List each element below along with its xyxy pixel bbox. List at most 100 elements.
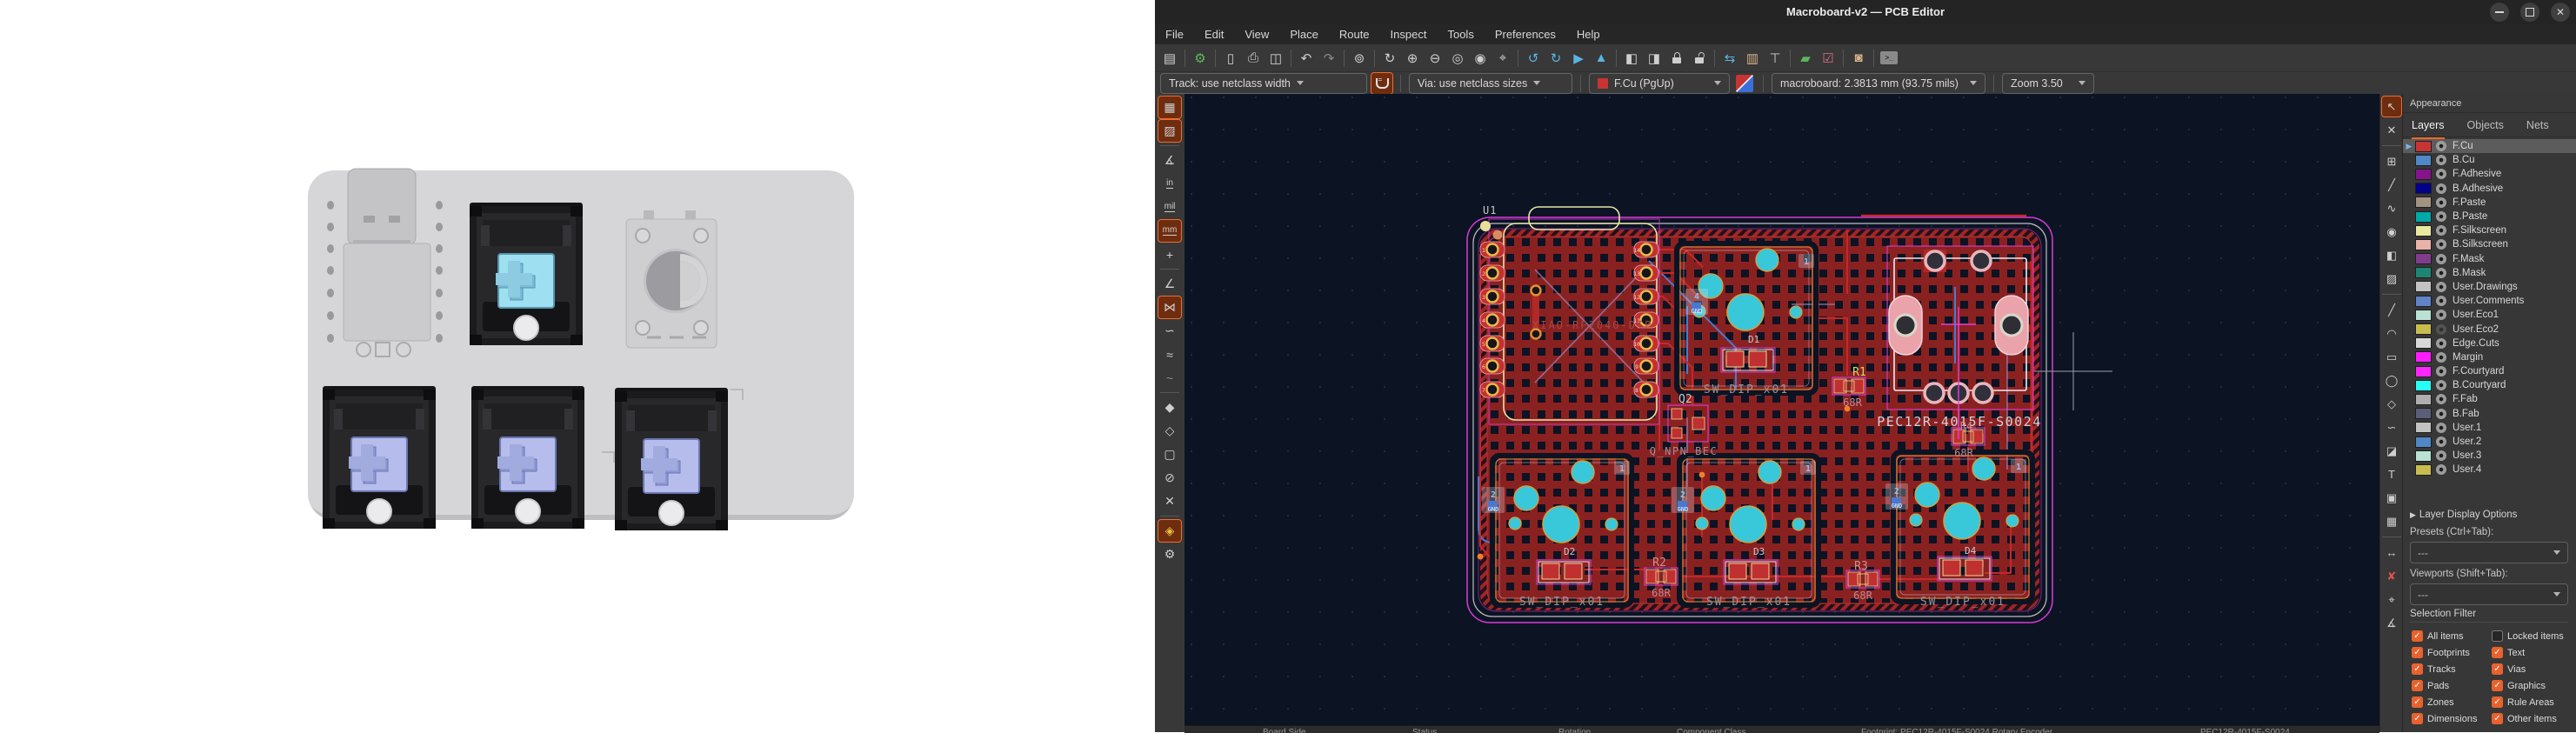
layer-visibility-eye-icon[interactable] — [2436, 323, 2446, 335]
zoom-to-selection-button[interactable]: ⌖ — [1492, 47, 1514, 70]
design-rules-check-button[interactable]: ☑ — [1817, 47, 1839, 70]
layer-visibility-eye-icon[interactable] — [2436, 141, 2446, 152]
filter-graphics[interactable]: Graphics — [2492, 677, 2573, 694]
checkbox-icon[interactable] — [2412, 680, 2423, 691]
menu-route[interactable]: Route — [1339, 28, 1370, 41]
zoom-in-button[interactable]: ⊕ — [1401, 47, 1424, 70]
draw-rectangle-button[interactable]: ▭ — [2382, 347, 2401, 367]
checkbox-icon[interactable] — [2412, 663, 2423, 675]
draw-bezier-button[interactable]: ∽ — [2382, 417, 2401, 437]
sketch-vias-button[interactable]: ⊘ — [1158, 467, 1181, 489]
units-mm-button[interactable]: mm — [1158, 219, 1182, 243]
ungroup-button[interactable]: ◨ — [1643, 47, 1665, 70]
layer-row-edgecuts[interactable]: Edge.Cuts — [2403, 337, 2576, 350]
layer-row-fcu[interactable]: F.Cu — [2403, 139, 2576, 154]
layer-visibility-eye-icon[interactable] — [2436, 310, 2446, 321]
plugin-manager-button[interactable]: ◙ — [1847, 47, 1870, 70]
draw-line-button[interactable]: ╱ — [2382, 300, 2401, 320]
layer-visibility-eye-icon[interactable] — [2436, 239, 2446, 250]
viewports-dropdown[interactable]: --- — [2410, 583, 2568, 605]
layer-row-user4[interactable]: User.4 — [2403, 463, 2576, 476]
place-table-button[interactable]: ▦ — [2382, 511, 2401, 531]
route-tracks-button[interactable]: ╱ — [2382, 175, 2401, 195]
layer-visibility-eye-icon[interactable] — [2436, 450, 2446, 462]
menu-view[interactable]: View — [1245, 28, 1269, 41]
grid-visibility-button[interactable]: ▦ — [1158, 96, 1182, 119]
layer-color-swatch[interactable] — [2415, 224, 2432, 237]
layer-visibility-eye-icon[interactable] — [2436, 380, 2446, 391]
place-footprint-button[interactable]: ⊞ — [2382, 151, 2401, 171]
zoom-to-page-button[interactable]: ◎ — [1446, 47, 1469, 70]
plot-button[interactable]: ◫ — [1265, 47, 1287, 70]
layer-row-user3[interactable]: User.3 — [2403, 449, 2576, 463]
layer-visibility-eye-icon[interactable] — [2436, 394, 2446, 405]
print-button[interactable]: ⎙ — [1242, 47, 1265, 70]
curved-ratsnest-button[interactable]: ∽ — [1158, 320, 1181, 342]
dimension-button[interactable]: ↔ — [2382, 543, 2401, 563]
layer-visibility-eye-icon[interactable] — [2436, 253, 2446, 264]
tune-track-length-button[interactable]: ∿ — [2382, 198, 2401, 218]
filter-vias[interactable]: Vias — [2492, 661, 2573, 677]
layer-row-usereco1[interactable]: User.Eco1 — [2403, 308, 2576, 322]
layer-color-swatch[interactable] — [2415, 140, 2432, 152]
update-pcb-from-schematic-button[interactable]: ⇆ — [1718, 47, 1741, 70]
group-button[interactable]: ◧ — [1620, 47, 1643, 70]
checkbox-icon[interactable] — [2412, 713, 2423, 724]
menu-file[interactable]: File — [1165, 28, 1184, 41]
titlebar[interactable]: Macroboard-v2 — PCB Editor ✕ — [1155, 0, 2576, 25]
layer-color-swatch[interactable] — [2415, 281, 2432, 293]
layer-color-swatch[interactable] — [2415, 337, 2432, 350]
layer-row-bsilkscreen[interactable]: B.Silkscreen — [2403, 237, 2576, 251]
menu-help[interactable]: Help — [1577, 28, 1600, 41]
sketch-tracks-button[interactable]: ✕ — [1158, 490, 1181, 512]
grid-overrides-button[interactable]: ▨ — [1158, 119, 1182, 143]
rotate-ccw-button[interactable]: ↺ — [1522, 47, 1545, 70]
rotate-cw-button[interactable]: ↻ — [1545, 47, 1567, 70]
filter-rule-areas[interactable]: Rule Areas — [2492, 694, 2573, 710]
layer-visibility-eye-icon[interactable] — [2436, 197, 2446, 208]
layer-row-bcourtyard[interactable]: B.Courtyard — [2403, 378, 2576, 392]
filter-text[interactable]: Text — [2492, 644, 2573, 661]
tab-layers[interactable]: Layers — [2412, 115, 2445, 140]
layer-row-margin[interactable]: Margin — [2403, 350, 2576, 364]
place-textbox-button[interactable]: ▣ — [2382, 488, 2401, 508]
local-ratsnest-button[interactable]: ✕ — [2382, 120, 2401, 140]
layer-row-fpaste[interactable]: F.Paste — [2403, 196, 2576, 210]
redo-button[interactable]: ↷ — [1318, 47, 1340, 70]
grid-origin-button[interactable]: ⌖ — [2382, 590, 2401, 610]
layer-visibility-eye-icon[interactable] — [2436, 337, 2446, 349]
layer-visibility-eye-icon[interactable] — [2436, 296, 2446, 307]
menu-inspect[interactable]: Inspect — [1391, 28, 1427, 41]
layer-row-fmask[interactable]: F.Mask — [2403, 252, 2576, 266]
layer-color-swatch[interactable] — [2415, 436, 2432, 448]
high-contrast-mode-button[interactable]: ◈ — [1158, 519, 1182, 543]
lock-button[interactable] — [1665, 47, 1688, 70]
zone-fill-mode-button[interactable]: ◆ — [1158, 396, 1181, 418]
layer-color-swatch[interactable] — [2415, 168, 2432, 180]
layer-color-swatch[interactable] — [2415, 210, 2432, 223]
layer-visibility-eye-icon[interactable] — [2436, 267, 2446, 278]
layer-color-swatch[interactable] — [2415, 295, 2432, 307]
filter-locked-items[interactable]: Locked items — [2492, 628, 2573, 644]
filter-dimensions[interactable]: Dimensions — [2412, 710, 2492, 727]
layer-color-swatch[interactable] — [2415, 253, 2432, 265]
layer-row-user1[interactable]: User.1 — [2403, 421, 2576, 435]
layer-color-swatch[interactable] — [2415, 365, 2432, 377]
zoom-dropdown[interactable]: Zoom 3.50 — [2002, 72, 2094, 94]
layer-color-swatch[interactable] — [2415, 183, 2432, 195]
checkbox-icon[interactable] — [2412, 630, 2423, 642]
track-width-dropdown[interactable]: Track: use netclass width — [1160, 72, 1367, 94]
checkbox-icon[interactable] — [2492, 647, 2503, 658]
zone-outline-mode-button[interactable]: ◇ — [1158, 420, 1181, 442]
3d-viewer[interactable] — [0, 0, 1155, 732]
place-image-button[interactable]: ◪ — [2382, 441, 2401, 461]
layer-color-swatch[interactable] — [2415, 238, 2432, 250]
flip-vertical-button[interactable]: ▲ — [1590, 47, 1612, 70]
grid-dropdown[interactable]: macroboard: 2.3813 mm (93.75 mils) — [1772, 72, 1985, 94]
draw-polygon-button[interactable]: ◇ — [2382, 394, 2401, 414]
place-via-button[interactable]: ◉ — [2382, 222, 2401, 242]
layer-visibility-eye-icon[interactable] — [2436, 225, 2446, 237]
checkbox-icon[interactable] — [2412, 696, 2423, 708]
layer-color-swatch[interactable] — [2415, 197, 2432, 209]
page-settings-button[interactable]: ▯ — [1219, 47, 1242, 70]
